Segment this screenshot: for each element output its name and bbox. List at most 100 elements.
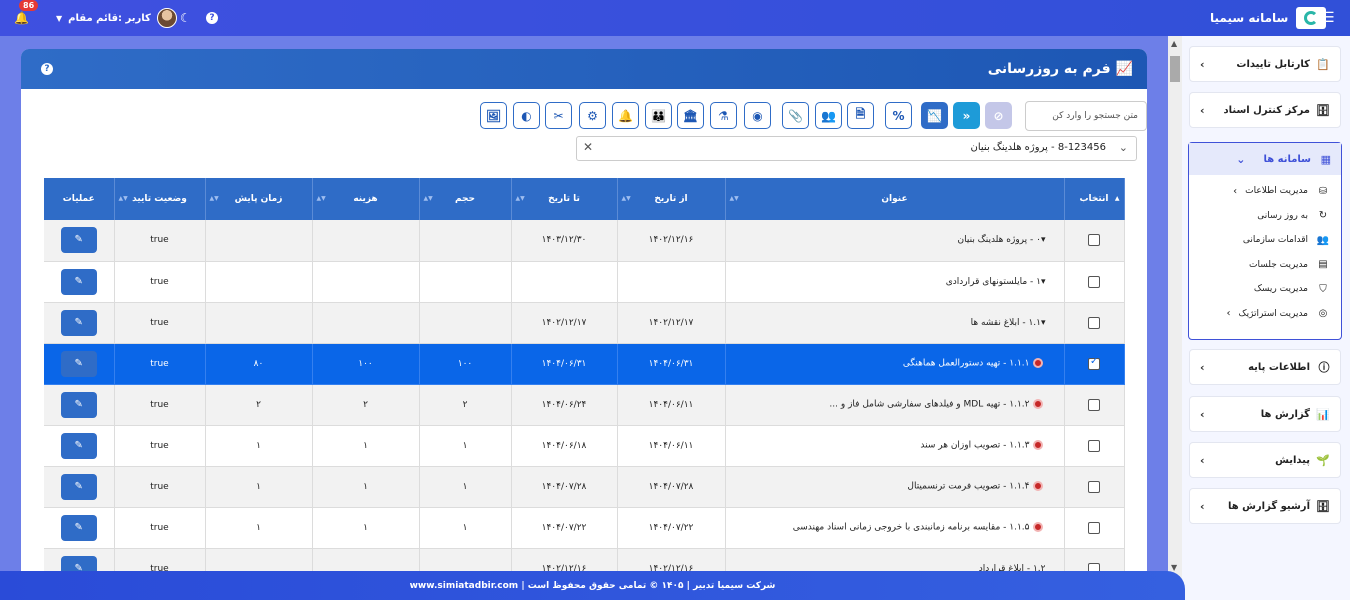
bell-icon: 🔔	[14, 11, 29, 25]
attachment-icon: 📎	[788, 108, 803, 123]
select-cell	[1064, 220, 1125, 262]
cost-cell: ۱	[312, 425, 420, 467]
sidebar-item-approvals[interactable]: 📋 کارتابل تاییدات ›	[1189, 46, 1341, 82]
theme-toggle-button[interactable]: ☾	[180, 0, 191, 36]
help-icon[interactable]: ?	[41, 63, 53, 75]
tools-icon: ✂	[553, 108, 564, 123]
sidebar-scrollbar[interactable]: ▲ ▼	[1168, 36, 1182, 600]
col-approval-status[interactable]: وضعیت تایید ▲▼	[114, 178, 206, 220]
row-title: ۱.۱.۵ - مقایسه برنامه زمانبندی با خروجی …	[792, 522, 1030, 533]
edit-button[interactable]: ✎	[60, 268, 97, 295]
close-icon[interactable]: ✕	[583, 140, 593, 154]
project-select[interactable]: ✕ 8-123456 - پروژه هلدینگ بنیان ⌄	[576, 136, 1137, 161]
col-from-date[interactable]: از تاریخ ▲▼	[617, 178, 726, 220]
notifications-button[interactable]: 86 🔔	[14, 0, 39, 36]
table-row[interactable]: ✎ true ۱ ۱ ۱ ۱۴۰۴/۰۶/۱۸ ۱۴۰۴/۰۶/۱۱ ۱.۱.۳ - تصوی…	[44, 425, 1125, 467]
row-checkbox[interactable]	[1088, 439, 1100, 452]
to-date-cell	[511, 261, 618, 303]
chart-button[interactable]: 📉	[921, 102, 948, 129]
archive-icon: 🗄	[1316, 103, 1330, 117]
table-row[interactable]: ✎ true ۸۰ ۱۰۰ ۱۰۰ ۱۴۰۴/۰۶/۳۱ ۱۴۰۴/۰۶/۳۱ ۱.۱.۱ -…	[44, 343, 1125, 385]
cost-cell	[312, 261, 420, 303]
percent-button[interactable]: %	[885, 102, 912, 129]
table-row[interactable]: ✎ true ۱۴۰۳/۱۲/۳۰ ۱۴۰۲/۱۲/۱۶ ▾۰ - پروژه هلدی…	[44, 220, 1125, 262]
sidebar-item-reports[interactable]: 📊 گزارش ها ›	[1189, 396, 1341, 432]
row-checkbox[interactable]	[1088, 234, 1100, 247]
search-input[interactable]: متن جستجو را وارد کن	[1025, 101, 1147, 131]
caret-icon[interactable]: ▾	[1041, 318, 1046, 328]
archive-icon: 🗄	[1316, 499, 1330, 513]
flask-button[interactable]: ⚗	[710, 102, 737, 129]
caret-icon[interactable]: ▾	[1041, 235, 1046, 245]
row-checkbox[interactable]	[1088, 521, 1100, 534]
row-checkbox[interactable]	[1088, 316, 1100, 329]
status-dot-icon	[1032, 399, 1043, 410]
settings-button[interactable]: ⚙	[579, 102, 606, 129]
sidebar-subitem-risk[interactable]: ⛉ مدیریت ریسک	[1189, 277, 1341, 302]
approval-status-cell: true	[114, 343, 206, 385]
col-volume[interactable]: حجم ▲▼	[419, 178, 512, 220]
edit-button[interactable]: ✎	[60, 514, 97, 541]
table-row[interactable]: ✎ true ۱ ۱ ۱ ۱۴۰۴/۰۷/۲۸ ۱۴۰۴/۰۷/۲۸ ۱.۱.۴ - تصوی…	[44, 466, 1125, 508]
sidebar-subitem-org-actions[interactable]: 👥 اقدامات سازمانی	[1189, 228, 1341, 253]
expand-all-button[interactable]: »	[953, 102, 980, 129]
image-button[interactable]: 🖼	[480, 102, 507, 129]
chevron-down-icon: ⌄	[1118, 141, 1128, 154]
sidebar-item-document-control[interactable]: 🗄 مرکز کنترل اسناد ›	[1189, 92, 1341, 128]
refresh-icon: ↻	[1318, 210, 1328, 222]
disabled-button[interactable]: ⊘	[985, 102, 1012, 129]
help-button[interactable]: ?	[206, 0, 218, 36]
sidebar-item-systems[interactable]: ▦ سامانه ها ⌄	[1189, 143, 1341, 175]
user-menu[interactable]: ▼ کاربر :قائم مقام	[56, 0, 177, 36]
help-icon: ?	[206, 12, 218, 24]
sidebar: ▲ ▼ 📋 کارتابل تاییدات › 🗄 مرکز کنترل اسن…	[1168, 36, 1350, 600]
row-checkbox[interactable]	[1088, 275, 1100, 288]
edit-button[interactable]: ✎	[60, 473, 97, 500]
sidebar-subitem-meetings[interactable]: ▤ مدیریت جلسات	[1189, 253, 1341, 278]
edit-button[interactable]: ✎	[60, 350, 97, 377]
row-checkbox[interactable]	[1088, 480, 1100, 493]
title-cell: ▾۱.۱ - ابلاغ نقشه ها	[725, 302, 1065, 344]
edit-button[interactable]: ✎	[60, 309, 97, 336]
sidebar-item-report-archive[interactable]: 🗄 آرشیو گزارش ها ›	[1189, 488, 1341, 524]
table-row[interactable]: ✎ true ▾۱ - مایلستونهای قراردادی	[44, 261, 1125, 303]
actions-cell: ✎	[44, 220, 115, 262]
building-button[interactable]: 🏛	[677, 102, 704, 129]
users-button[interactable]: 👥	[815, 102, 842, 129]
caret-icon[interactable]: ▾	[1041, 277, 1046, 287]
col-to-date[interactable]: تا تاریخ ▲▼	[511, 178, 618, 220]
table-row[interactable]: ✎ true ۲ ۲ ۲ ۱۴۰۴/۰۶/۲۴ ۱۴۰۴/۰۶/۱۱ ۱.۱.۲ - تهیه…	[44, 384, 1125, 426]
row-checkbox[interactable]	[1088, 356, 1100, 370]
scroll-up-icon[interactable]: ▲	[1171, 39, 1177, 48]
tools-button[interactable]: ✂	[545, 102, 572, 129]
sidebar-subitem-info-management[interactable]: ⛁ مدیریت اطلاعات ›	[1189, 179, 1341, 204]
group-button[interactable]: 👪	[645, 102, 672, 129]
title-cell: ۱.۱.۴ - تصویب فرمت ترنسمیتال	[725, 466, 1065, 508]
scroll-thumb[interactable]	[1170, 56, 1180, 82]
monitor-time-cell: ۱	[205, 425, 313, 467]
col-title[interactable]: عنوان ▲▼	[725, 178, 1065, 220]
attachment-button[interactable]: 📎	[782, 102, 809, 129]
sidebar-item-peydayesh[interactable]: 🌱 پیدایش ›	[1189, 442, 1341, 478]
col-monitor-time[interactable]: زمان پایش ▲▼	[205, 178, 313, 220]
menu-toggle-button[interactable]: ☰	[1322, 0, 1335, 36]
sidebar-subitem-strategic[interactable]: ◎ مدیریت استراتژیک ›	[1189, 302, 1341, 327]
sidebar-subitem-update[interactable]: ↻ به روز رسانی	[1189, 204, 1341, 229]
row-checkbox[interactable]	[1088, 398, 1100, 411]
sidebar-item-base-info[interactable]: ⓘ اطلاعات پایه ›	[1189, 349, 1341, 385]
col-select[interactable]: انتخاب ▲	[1064, 178, 1125, 220]
edit-button[interactable]: ✎	[60, 432, 97, 459]
view-button[interactable]: ◉	[744, 102, 771, 129]
bell-button[interactable]: 🔔	[612, 102, 639, 129]
edit-button[interactable]: ✎	[60, 227, 97, 254]
footer: شرکت سیمیا تدبیر | ۱۴۰۵ © تمامی حقوق محف…	[0, 571, 1185, 600]
clipboard-check-icon: 📋	[1316, 57, 1330, 71]
table-row[interactable]: ✎ true ۱۴۰۲/۱۲/۱۷ ۱۴۰۲/۱۲/۱۷ ▾۱.۱ - ابلاغ نق…	[44, 302, 1125, 344]
scroll-down-icon[interactable]: ▼	[1171, 563, 1177, 572]
document-button[interactable]: 🗎	[847, 102, 874, 129]
edit-button[interactable]: ✎	[60, 391, 97, 418]
volume-cell: ۱۰۰	[419, 343, 512, 385]
toggle-button[interactable]: ◐	[513, 102, 540, 129]
col-cost[interactable]: هزینه ▲▼	[312, 178, 420, 220]
table-row[interactable]: ✎ true ۱ ۱ ۱ ۱۴۰۴/۰۷/۲۲ ۱۴۰۴/۰۷/۲۲ ۱.۱.۵ - مقای…	[44, 507, 1125, 549]
